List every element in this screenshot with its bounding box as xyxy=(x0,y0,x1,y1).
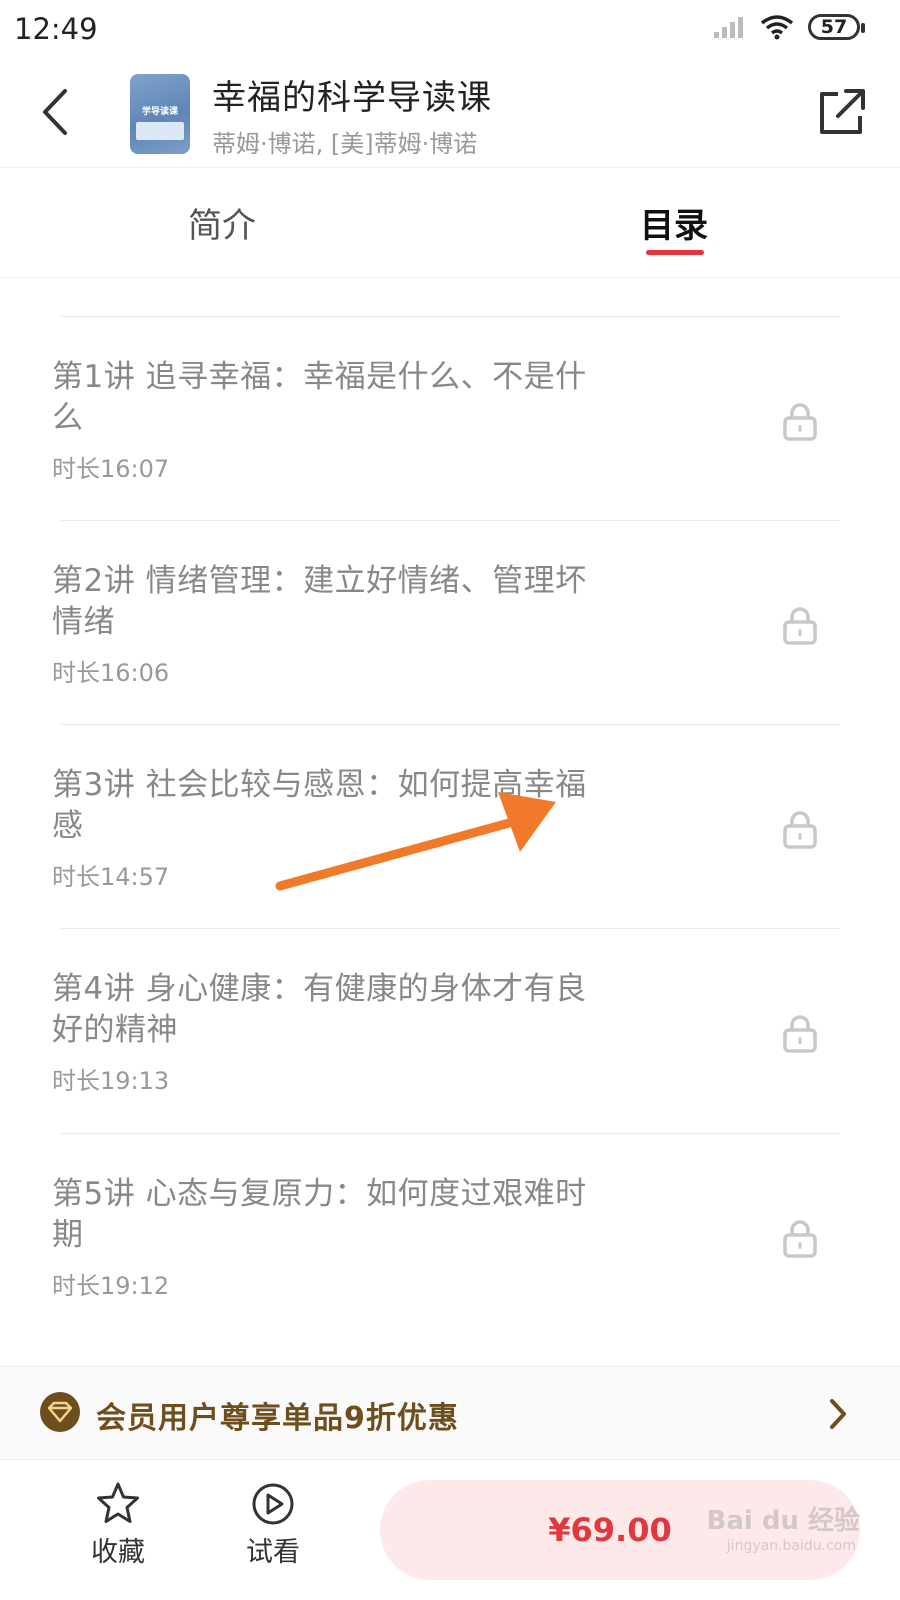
lesson-title: 第4讲 身心健康：有健康的身体才有良好的精神 xyxy=(52,971,587,1048)
lock-icon xyxy=(783,403,817,441)
battery-indicator: 57 xyxy=(808,14,865,40)
book-author: 蒂姆·博诺, [美]蒂姆·博诺 xyxy=(212,130,478,158)
back-button[interactable] xyxy=(30,82,78,142)
favorite-button[interactable]: 收藏 xyxy=(73,1480,163,1569)
share-button[interactable] xyxy=(816,86,868,138)
lesson-duration: 时长14:57 xyxy=(52,863,170,891)
trial-label: 试看 xyxy=(246,1537,300,1568)
lesson-title: 第2讲 情绪管理：建立好情绪、管理坏情绪 xyxy=(52,563,587,640)
wifi-icon xyxy=(760,15,794,40)
chevron-left-icon xyxy=(43,89,67,135)
price: ¥69.00 xyxy=(548,1511,672,1549)
watermark: Bai du 经验 xyxy=(706,1506,861,1536)
vip-diamond-icon xyxy=(40,1392,80,1432)
lesson-title: 第3讲 社会比较与感恩：如何提高幸福感 xyxy=(52,767,587,844)
status-time: 12:49 xyxy=(14,12,98,46)
play-circle-icon xyxy=(252,1483,294,1525)
active-tab-indicator xyxy=(646,250,704,255)
lesson-list[interactable]: 第1讲 追寻幸福：幸福是什么、不是什么 时长16:07 第2讲 情绪管理：建立好… xyxy=(0,278,900,1366)
lesson-title: 第1讲 追寻幸福：幸福是什么、不是什么 xyxy=(52,359,587,436)
lesson-item-3[interactable]: 第3讲 社会比较与感恩：如何提高幸福感 时长14:57 xyxy=(0,725,900,933)
header: 学导读课 幸福的科学导读课 蒂姆·博诺, [美]蒂姆·博诺 xyxy=(0,64,900,168)
tab-bar: 简介 目录 xyxy=(0,168,900,278)
favorite-label: 收藏 xyxy=(91,1537,145,1568)
lock-icon xyxy=(783,1220,817,1258)
lock-icon xyxy=(783,811,817,849)
cover-text: 学导读课 xyxy=(141,107,178,117)
trial-button[interactable]: 试看 xyxy=(228,1480,318,1569)
status-icons: 57 xyxy=(712,14,865,40)
tab-catalog[interactable]: 目录 xyxy=(640,198,708,247)
lock-icon xyxy=(783,607,817,645)
book-cover: 学导读课 xyxy=(130,74,190,154)
chevron-right-icon xyxy=(830,1399,846,1429)
signal-icon xyxy=(714,17,743,38)
lesson-item-5[interactable]: 第5讲 心态与复原力：如何度过艰难时期 时长19:12 xyxy=(0,1134,900,1342)
lesson-item-2[interactable]: 第2讲 情绪管理：建立好情绪、管理坏情绪 时长16:06 xyxy=(0,521,900,729)
lesson-item-4[interactable]: 第4讲 身心健康：有健康的身体才有良好的精神 时长19:13 xyxy=(0,929,900,1137)
tab-intro[interactable]: 简介 xyxy=(188,198,256,247)
lesson-title: 第5讲 心态与复原力：如何度过艰难时期 xyxy=(52,1176,587,1253)
lesson-duration: 时长19:12 xyxy=(52,1272,170,1300)
star-icon xyxy=(97,1482,139,1523)
lesson-duration: 时长16:07 xyxy=(52,455,170,483)
cover-strip xyxy=(136,122,184,140)
book-title: 幸福的科学导读课 xyxy=(212,78,492,118)
lesson-duration: 时长16:06 xyxy=(52,659,170,687)
status-bar: 12:49 57 xyxy=(0,0,900,64)
lock-icon xyxy=(783,1015,817,1053)
lesson-duration: 时长19:13 xyxy=(52,1067,170,1095)
lesson-item-1[interactable]: 第1讲 追寻幸福：幸福是什么、不是什么 时长16:07 xyxy=(0,317,900,525)
share-icon xyxy=(820,89,865,134)
promo-text: 会员用户尊享单品9折优惠 xyxy=(96,1401,459,1436)
vip-promo-bar[interactable]: 会员用户尊享单品9折优惠 xyxy=(0,1366,900,1460)
watermark-url: jingyan.baidu.com xyxy=(726,1538,856,1554)
